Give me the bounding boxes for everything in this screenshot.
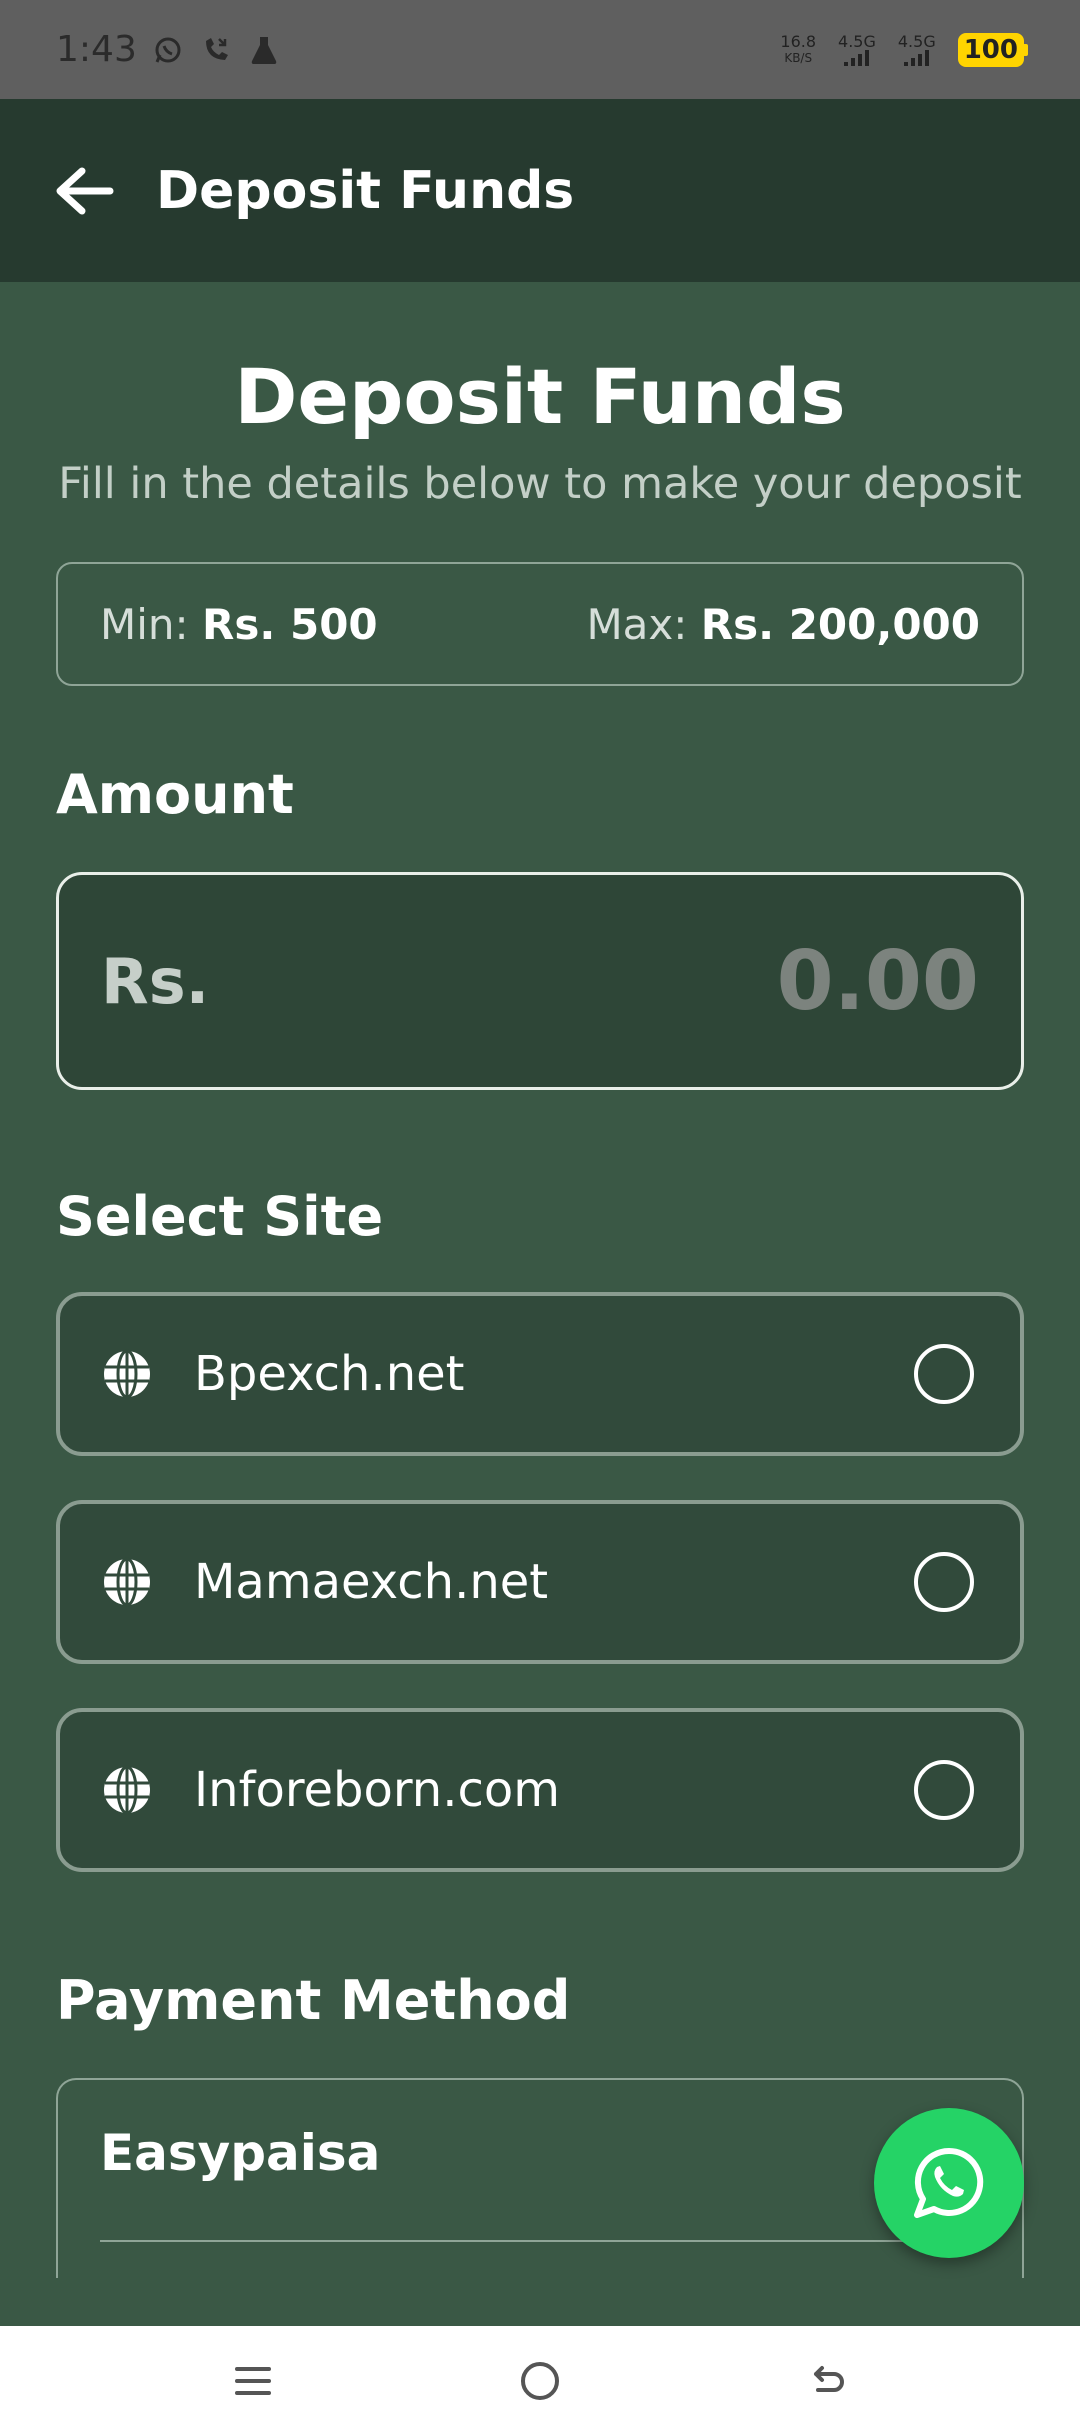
site-option-label: Bpexch.net: [194, 1346, 465, 1402]
page-subtitle: Fill in the details below to make your d…: [58, 459, 1022, 509]
missed-call-icon: [199, 33, 233, 67]
battery-level: 100: [957, 32, 1024, 67]
whatsapp-icon: [914, 2147, 984, 2218]
deposit-limits: Min: Rs. 500 Max: Rs. 200,000: [56, 562, 1024, 686]
system-nav-bar: [0, 2326, 1080, 2436]
site-option-inforeborn[interactable]: Inforeborn.com: [56, 1708, 1024, 1872]
site-list: Bpexch.net Mamaexch.net Inforeborn.com: [56, 1292, 1024, 1872]
home-circle-icon: [520, 2362, 559, 2400]
app-bar-title: Deposit Funds: [156, 160, 575, 221]
status-right: 16.8 KB/S 4.5G 4.5G 100: [780, 31, 1028, 67]
globe-icon: [102, 1765, 152, 1815]
max-label: Max:: [586, 599, 688, 649]
status-time: 1:43: [56, 29, 137, 70]
site-option-label: Inforeborn.com: [194, 1762, 560, 1818]
min-limit: Min: Rs. 500: [100, 600, 378, 649]
whatsapp-button[interactable]: [874, 2108, 1024, 2258]
payment-method-name: Easypaisa: [100, 2124, 381, 2182]
flask-icon: [247, 33, 281, 67]
signal-sim2: 4.5G: [897, 31, 936, 66]
battery-icon: 100: [957, 32, 1028, 67]
signal-bars-icon: [844, 49, 870, 66]
radio-button[interactable]: [914, 1552, 974, 1612]
select-site-label: Select Site: [56, 1185, 384, 1248]
status-bar: 1:43 16.8 KB/S 4.5G 4.5G 100: [0, 0, 1080, 99]
min-value: Rs. 500: [202, 599, 378, 649]
amount-input[interactable]: [479, 933, 979, 1029]
deposit-form: Deposit Funds Fill in the details below …: [56, 282, 1024, 2278]
max-limit: Max: Rs. 200,000: [586, 600, 980, 649]
home-button[interactable]: [500, 2341, 580, 2421]
signal-sim1-label: 4.5G: [838, 31, 876, 51]
site-option-mamaexch[interactable]: Mamaexch.net: [56, 1500, 1024, 1664]
network-speed: 16.8 KB/S: [780, 31, 817, 66]
currency-prefix: Rs.: [101, 944, 210, 1018]
globe-icon: [102, 1557, 152, 1607]
menu-icon: [235, 2367, 272, 2395]
menu-button[interactable]: [213, 2341, 293, 2421]
signal-bars-icon: [904, 49, 930, 66]
amount-label: Amount: [56, 763, 294, 826]
signal-sim1: 4.5G: [838, 31, 876, 66]
status-left: 1:43: [56, 29, 281, 70]
globe-icon: [102, 1349, 152, 1399]
arrow-left-icon: [56, 167, 114, 214]
whatsapp-status-icon: [151, 33, 185, 67]
system-back-button[interactable]: [787, 2341, 867, 2421]
radio-button[interactable]: [914, 1760, 974, 1820]
min-label: Min:: [100, 599, 189, 649]
divider: [100, 2240, 980, 2242]
radio-button[interactable]: [914, 1344, 974, 1404]
back-icon: [813, 2366, 844, 2392]
page-title: Deposit Funds: [234, 352, 846, 441]
max-value: Rs. 200,000: [700, 599, 980, 649]
payment-method-label: Payment Method: [56, 1969, 571, 2032]
back-button[interactable]: [52, 159, 116, 223]
battery-tip: [1024, 43, 1028, 56]
network-speed-value: 16.8: [780, 31, 817, 51]
amount-field[interactable]: Rs.: [56, 872, 1024, 1090]
site-option-label: Mamaexch.net: [194, 1554, 549, 1610]
site-option-bpexch[interactable]: Bpexch.net: [56, 1292, 1024, 1456]
signal-sim2-label: 4.5G: [897, 31, 936, 51]
app-bar: Deposit Funds: [0, 99, 1080, 282]
network-speed-unit: KB/S: [784, 50, 813, 65]
